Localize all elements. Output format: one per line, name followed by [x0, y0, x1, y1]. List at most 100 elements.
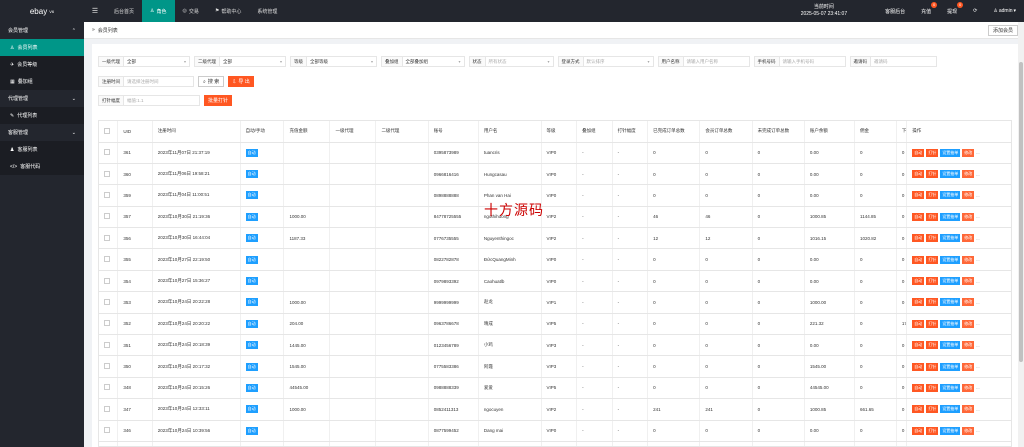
op-set-draw-button[interactable]: 设置抽单	[940, 148, 961, 157]
row-checkbox[interactable]	[104, 298, 110, 305]
user-menu[interactable]: ♙ admin ▾	[985, 0, 1024, 22]
op-set-draw-button[interactable]: 设置抽单	[940, 170, 961, 179]
logo[interactable]: ebay V6	[0, 0, 84, 22]
mode-tag[interactable]: 自动	[245, 341, 258, 350]
mode-tag[interactable]: 自动	[245, 148, 258, 157]
filter-invite-code[interactable]: 邀请码 邀请码	[849, 56, 937, 67]
sidebar-item-member-level[interactable]: ✈ 会员等级	[0, 56, 84, 73]
op-auto-button[interactable]: 自动	[912, 341, 925, 350]
op-auto-button[interactable]: 自动	[912, 191, 925, 200]
filter-level[interactable]: 等级 全部等级 ▾	[290, 56, 377, 67]
more-icon[interactable]: ...	[976, 407, 979, 412]
more-icon[interactable]: ...	[976, 428, 979, 433]
row-checkbox[interactable]	[104, 213, 110, 220]
filter-login-method[interactable]: 登录方式 默认排序 ▾	[557, 56, 654, 67]
mode-tag[interactable]: 自动	[245, 405, 258, 414]
more-icon[interactable]: ...	[976, 279, 979, 284]
op-edit-button[interactable]: 修改	[962, 319, 975, 328]
op-edit-button[interactable]: 修改	[962, 212, 975, 221]
more-icon[interactable]: ...	[976, 385, 979, 390]
more-icon[interactable]: ...	[976, 300, 979, 305]
op-set-draw-button[interactable]: 设置抽单	[940, 319, 961, 328]
more-icon[interactable]: ...	[976, 172, 979, 177]
op-set-draw-button[interactable]: 设置抽单	[940, 277, 961, 286]
row-checkbox[interactable]	[104, 341, 110, 348]
op-edit-button[interactable]: 修改	[962, 341, 975, 350]
op-edit-button[interactable]: 修改	[962, 405, 975, 414]
op-scan-button[interactable]: 打针	[926, 362, 939, 371]
op-scan-button[interactable]: 打针	[926, 277, 939, 286]
op-set-draw-button[interactable]: 设置抽单	[940, 341, 961, 350]
op-scan-button[interactable]: 打针	[926, 234, 939, 243]
withdraw-link[interactable]: 提现 0	[939, 0, 965, 22]
row-checkbox[interactable]	[104, 191, 110, 198]
op-auto-button[interactable]: 自动	[912, 255, 925, 264]
op-scan-button[interactable]: 打针	[926, 319, 939, 328]
scrollbar-thumb[interactable]	[1019, 62, 1023, 362]
reg-time-input[interactable]: 请选择注册时间	[124, 76, 194, 87]
scan-threshold-input[interactable]: 幅值:1.1	[124, 95, 200, 106]
row-checkbox[interactable]	[104, 149, 110, 156]
op-set-draw-button[interactable]: 设置抽单	[940, 234, 961, 243]
refresh-icon[interactable]: ⟳	[965, 0, 985, 22]
op-edit-button[interactable]: 修改	[962, 170, 975, 179]
row-checkbox[interactable]	[104, 277, 110, 284]
sidebar-group-cs[interactable]: 客服管理 ⌄	[0, 124, 84, 141]
op-auto-button[interactable]: 自动	[912, 234, 925, 243]
filter-username[interactable]: 用户名称 请输入用户名称	[657, 56, 750, 67]
menu-toggle-icon[interactable]: ☰	[84, 0, 106, 22]
op-auto-button[interactable]: 自动	[912, 170, 925, 179]
op-set-draw-button[interactable]: 设置抽单	[940, 255, 961, 264]
op-scan-button[interactable]: 打针	[926, 298, 939, 307]
op-set-draw-button[interactable]: 设置抽单	[940, 298, 961, 307]
recharge-link[interactable]: 充值 0	[913, 0, 939, 22]
op-edit-button[interactable]: 修改	[962, 191, 975, 200]
mode-tag[interactable]: 自动	[245, 170, 258, 179]
op-set-draw-button[interactable]: 设置抽单	[940, 212, 961, 221]
mode-tag[interactable]: 自动	[245, 255, 258, 264]
op-set-draw-button[interactable]: 设置抽单	[940, 405, 961, 414]
filter-status[interactable]: 状态 所有状态 ▾	[468, 56, 554, 67]
page-scrollbar[interactable]	[1018, 22, 1024, 447]
mode-tag[interactable]: 自动	[245, 426, 258, 435]
mode-tag[interactable]: 自动	[245, 298, 258, 307]
more-icon[interactable]: ...	[976, 236, 979, 241]
row-checkbox[interactable]	[104, 170, 110, 177]
more-icon[interactable]: ...	[976, 321, 979, 326]
row-checkbox[interactable]	[104, 384, 110, 391]
batch-scan-button[interactable]: 批量打针	[204, 95, 233, 106]
op-edit-button[interactable]: 修改	[962, 362, 975, 371]
op-edit-button[interactable]: 修改	[962, 148, 975, 157]
op-auto-button[interactable]: 自动	[912, 148, 925, 157]
more-icon[interactable]: ...	[976, 257, 979, 262]
more-icon[interactable]: ...	[976, 193, 979, 198]
export-button[interactable]: ⇩ 导 出	[228, 76, 254, 87]
filter-level2-agent[interactable]: 二级代理 全部 ▾	[194, 56, 286, 67]
col-reg-time[interactable]: 注册时间	[152, 121, 241, 143]
row-checkbox[interactable]	[104, 320, 110, 327]
sidebar-group-agent[interactable]: 代理管理 ⌄	[0, 90, 84, 107]
filter-reg-time[interactable]: 注册时间 请选择注册时间	[98, 76, 194, 87]
add-member-button[interactable]: 添加会员	[987, 24, 1018, 36]
op-scan-button[interactable]: 打针	[926, 191, 939, 200]
invite-code-input[interactable]: 邀请码	[871, 56, 937, 67]
op-scan-button[interactable]: 打针	[926, 170, 939, 179]
sidebar-item-agent-list[interactable]: ✎ 代理列表	[0, 107, 84, 124]
op-scan-button[interactable]: 打针	[926, 383, 939, 392]
op-auto-button[interactable]: 自动	[912, 362, 925, 371]
op-auto-button[interactable]: 自动	[912, 277, 925, 286]
op-scan-button[interactable]: 打针	[926, 212, 939, 221]
col-uid[interactable]: UID	[117, 121, 153, 143]
nav-home[interactable]: 后台首页	[106, 0, 142, 22]
op-auto-button[interactable]: 自动	[912, 426, 925, 435]
op-scan-button[interactable]: 打针	[926, 426, 939, 435]
op-edit-button[interactable]: 修改	[962, 255, 975, 264]
nav-help[interactable]: ⚑ 帮助中心	[207, 0, 250, 22]
op-scan-button[interactable]: 打针	[926, 341, 939, 350]
row-checkbox[interactable]	[104, 256, 110, 263]
mode-tag[interactable]: 自动	[245, 212, 258, 221]
more-icon[interactable]: ...	[976, 364, 979, 369]
op-auto-button[interactable]: 自动	[912, 212, 925, 221]
op-edit-button[interactable]: 修改	[962, 277, 975, 286]
sidebar-group-member[interactable]: 会员管理 ⌃	[0, 22, 84, 39]
